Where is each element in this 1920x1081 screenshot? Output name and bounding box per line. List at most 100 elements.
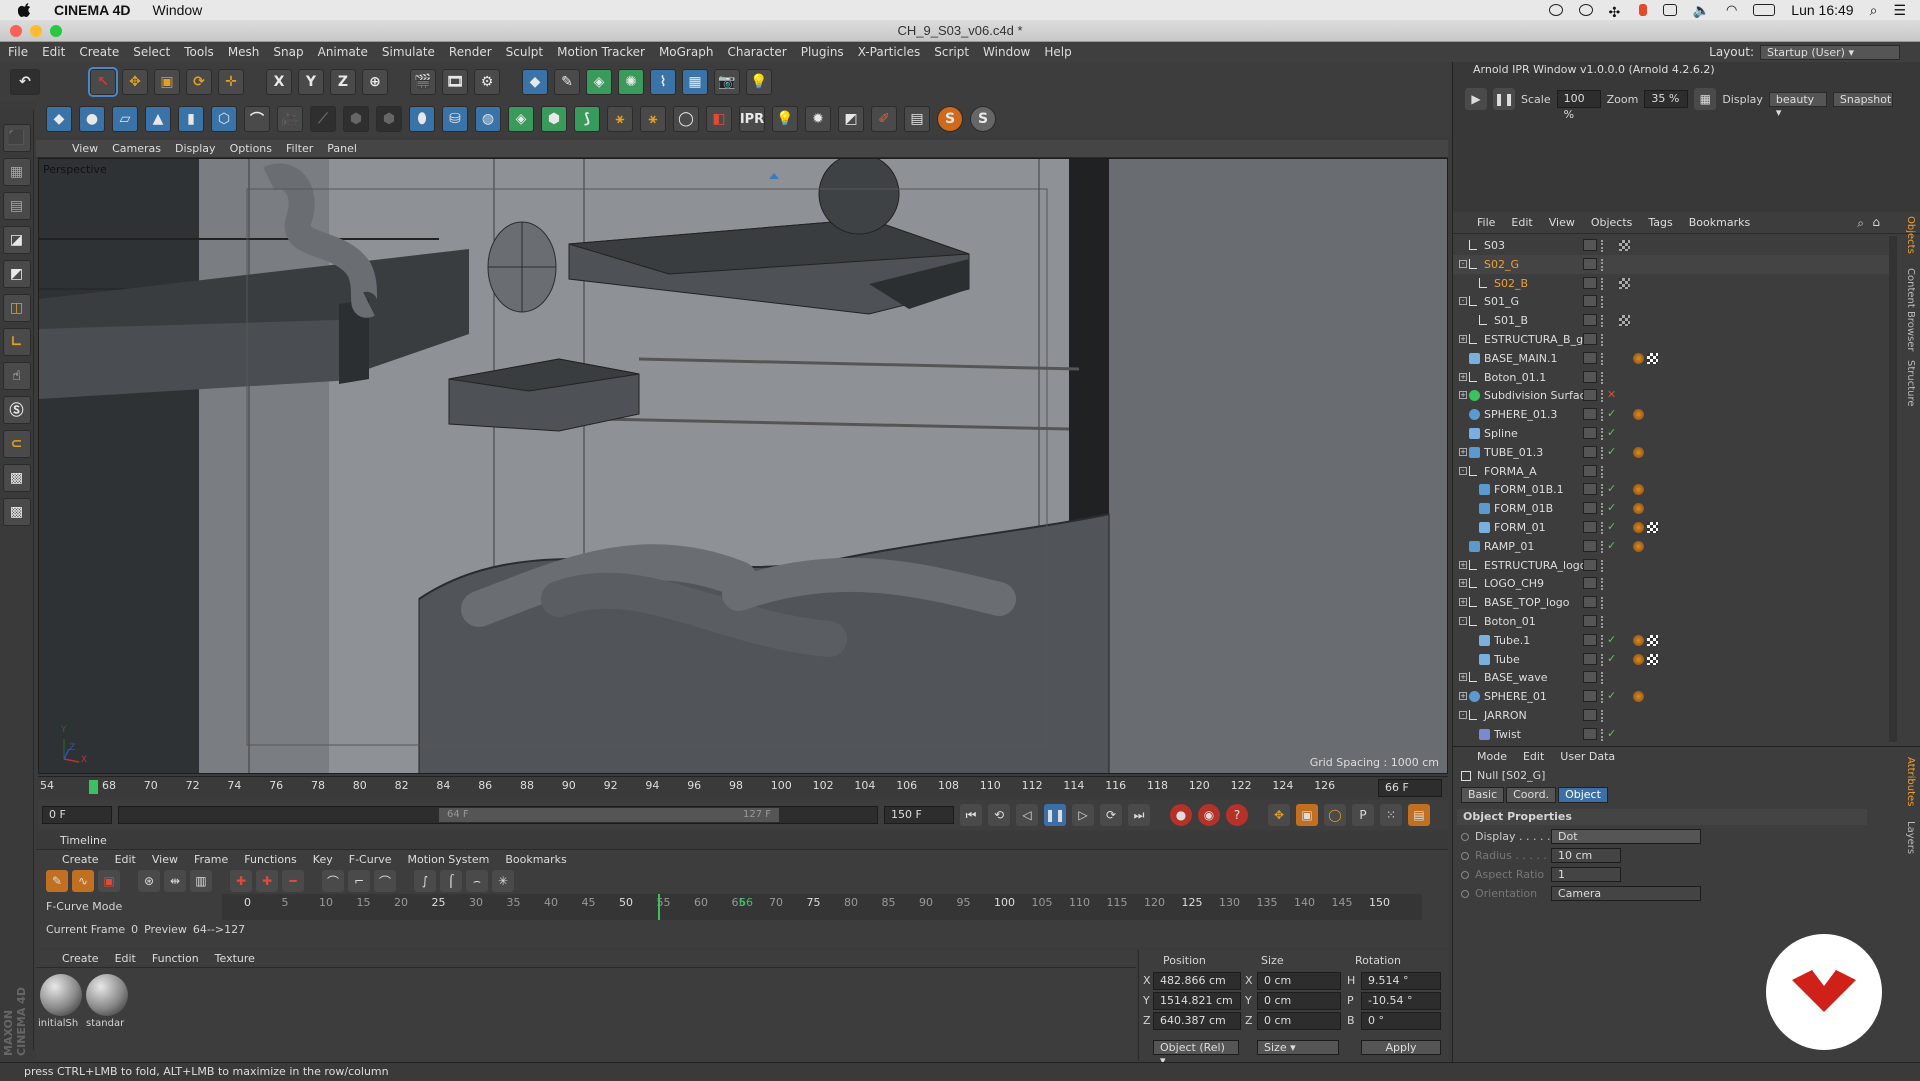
object-name[interactable]: S03: [1484, 239, 1505, 252]
enabled-check-icon[interactable]: ✓: [1607, 482, 1616, 495]
object-row[interactable]: SPHERE_01.3 ✓: [1453, 405, 1893, 424]
axis-mode-button[interactable]: ∟: [2, 328, 31, 356]
material-initialsh[interactable]: [40, 974, 82, 1016]
layer-toggle-icon[interactable]: [1583, 727, 1597, 740]
enabled-check-icon[interactable]: ✓: [1607, 539, 1616, 552]
material-tag-icon[interactable]: [1633, 503, 1644, 515]
arnold-cone-button[interactable]: ▲: [145, 106, 171, 132]
floor-object-button[interactable]: ▦: [682, 69, 708, 95]
next-key-button[interactable]: ⟳: [1100, 804, 1122, 826]
object-row[interactable]: + BASE_TOP_logo: [1453, 593, 1893, 612]
ipr-snapshot-button[interactable]: Snapshot: [1832, 91, 1893, 107]
layer-toggle-icon[interactable]: [1583, 633, 1597, 646]
object-name[interactable]: BASE_TOP_logo: [1484, 596, 1570, 609]
tl-ease-4-button[interactable]: ✳: [492, 870, 514, 892]
coord-size-field[interactable]: 0 cm: [1257, 1012, 1341, 1030]
arnold-capsule-button[interactable]: ⬮: [409, 106, 435, 132]
attribute-value-field[interactable]: 1: [1551, 867, 1621, 882]
object-row[interactable]: Tube.1 ✓: [1453, 631, 1893, 650]
attribute-radio-icon[interactable]: [1461, 889, 1469, 898]
camera-object-button[interactable]: 📷: [714, 69, 740, 95]
enabled-check-icon[interactable]: ✓: [1607, 407, 1616, 420]
visibility-dots-icon[interactable]: [1601, 578, 1605, 591]
tl-ease-1-button[interactable]: ∫: [414, 870, 436, 892]
object-menu-file[interactable]: File: [1477, 216, 1495, 229]
layer-toggle-icon[interactable]: [1583, 370, 1597, 383]
collapse-icon[interactable]: -: [1459, 297, 1467, 306]
visibility-dots-icon[interactable]: [1601, 540, 1605, 553]
tl-frame-all-button[interactable]: ⊛: [138, 870, 160, 892]
ipr-region-button[interactable]: ▦: [1694, 88, 1717, 110]
texture-tag-icon[interactable]: [1647, 352, 1658, 364]
visibility-dots-icon[interactable]: [1601, 296, 1605, 309]
timeline-menu-key[interactable]: Key: [313, 853, 333, 866]
timeline-menu-frame[interactable]: Frame: [194, 853, 228, 866]
next-frame-button[interactable]: ▷: [1072, 804, 1094, 826]
layer-toggle-icon[interactable]: [1583, 389, 1597, 402]
visibility-dots-icon[interactable]: [1601, 352, 1605, 365]
visibility-dots-icon[interactable]: [1601, 277, 1605, 290]
object-row[interactable]: - FORMA_A: [1453, 462, 1893, 481]
side-tab-structure[interactable]: Structure: [1905, 360, 1916, 407]
undo-button[interactable]: ↶: [10, 69, 40, 95]
object-name[interactable]: BASE_MAIN.1: [1484, 352, 1558, 365]
timeline-layout-button[interactable]: ▤: [1408, 804, 1430, 826]
ipr-button[interactable]: IPR: [739, 106, 765, 132]
object-row[interactable]: Tube ✓: [1453, 650, 1893, 669]
points-mode-button[interactable]: ◪: [2, 226, 31, 254]
layer-toggle-icon[interactable]: [1583, 615, 1597, 627]
key-position-button[interactable]: ✥: [1268, 804, 1290, 826]
object-name[interactable]: JARRON: [1484, 709, 1527, 722]
arnold-shader-button[interactable]: ✐: [871, 106, 897, 132]
material-menu-edit[interactable]: Edit: [115, 952, 136, 965]
previous-key-button[interactable]: ⟲: [988, 804, 1010, 826]
collapse-icon[interactable]: -: [1459, 617, 1467, 625]
object-row[interactable]: - S02_G: [1453, 254, 1893, 274]
attribute-radio-icon[interactable]: [1461, 851, 1469, 860]
layer-toggle-icon[interactable]: [1583, 709, 1597, 721]
arnold-sphere-button[interactable]: ●: [79, 106, 105, 132]
visibility-dots-icon[interactable]: [1601, 315, 1605, 328]
snap-button[interactable]: Ⓢ: [2, 396, 31, 424]
object-row[interactable]: + TUBE_01.3 ✓: [1453, 443, 1893, 462]
object-name[interactable]: Twist: [1494, 728, 1521, 741]
object-home-icon[interactable]: ⌂: [1872, 215, 1880, 229]
tl-ease-3-button[interactable]: ⌢: [466, 870, 488, 892]
visibility-dots-icon[interactable]: [1601, 634, 1605, 647]
arnold-volume-button[interactable]: ⛁: [442, 106, 468, 132]
cube-object-button[interactable]: ◆: [522, 69, 548, 95]
time-ruler[interactable]: 54 68 70 72 74 76 78 80 82 84 86 88 90 92 94 96 98 100 102…: [38, 776, 1448, 798]
side-tab-objects[interactable]: Objects: [1905, 216, 1916, 254]
arnold-flow-button[interactable]: ⚹: [607, 106, 633, 132]
protection-tag-icon[interactable]: [1619, 277, 1630, 289]
expand-icon[interactable]: +: [1459, 579, 1467, 588]
attribute-radio-icon[interactable]: [1461, 870, 1469, 879]
layer-toggle-icon[interactable]: [1583, 539, 1597, 552]
keyframe-selection-button[interactable]: ?: [1226, 804, 1248, 826]
layout-dropdown[interactable]: Startup (User) ▾: [1760, 44, 1900, 60]
tl-frame-sel-button[interactable]: ⇹: [164, 870, 186, 892]
expand-icon[interactable]: +: [1459, 673, 1467, 682]
menu-script[interactable]: Script: [934, 45, 969, 59]
wifi-icon[interactable]: ◠: [1726, 2, 1737, 18]
coord-pos-field[interactable]: 1514.821 cm: [1153, 992, 1241, 1010]
protection-tag-icon[interactable]: [1619, 315, 1630, 327]
x-axis-lock-button[interactable]: X: [266, 69, 292, 95]
menu-motion-tracker[interactable]: Motion Tracker: [557, 45, 645, 59]
layer-toggle-icon[interactable]: [1583, 295, 1597, 308]
object-row[interactable]: Spline ✓: [1453, 424, 1893, 443]
viewport-menu-cameras[interactable]: Cameras: [112, 142, 161, 155]
visibility-dots-icon[interactable]: [1601, 691, 1605, 704]
arnold-area-light-button[interactable]: ◩: [838, 106, 864, 132]
apple-icon[interactable]: [18, 3, 32, 17]
arnold-render-button[interactable]: ▤: [904, 106, 930, 132]
spotlight-icon[interactable]: ⌕: [1870, 2, 1878, 19]
collapse-icon[interactable]: -: [1459, 259, 1467, 268]
current-time-marker[interactable]: [89, 780, 98, 794]
coord-pos-field[interactable]: 482.866 cm: [1153, 972, 1241, 990]
visibility-dots-icon[interactable]: [1601, 334, 1605, 346]
dropbox-icon[interactable]: ✣: [1609, 4, 1623, 20]
object-row[interactable]: S02_B: [1453, 274, 1893, 293]
arnold-cylinder-button[interactable]: ▮: [178, 106, 204, 132]
tl-ease-2-button[interactable]: ⌠: [440, 870, 462, 892]
